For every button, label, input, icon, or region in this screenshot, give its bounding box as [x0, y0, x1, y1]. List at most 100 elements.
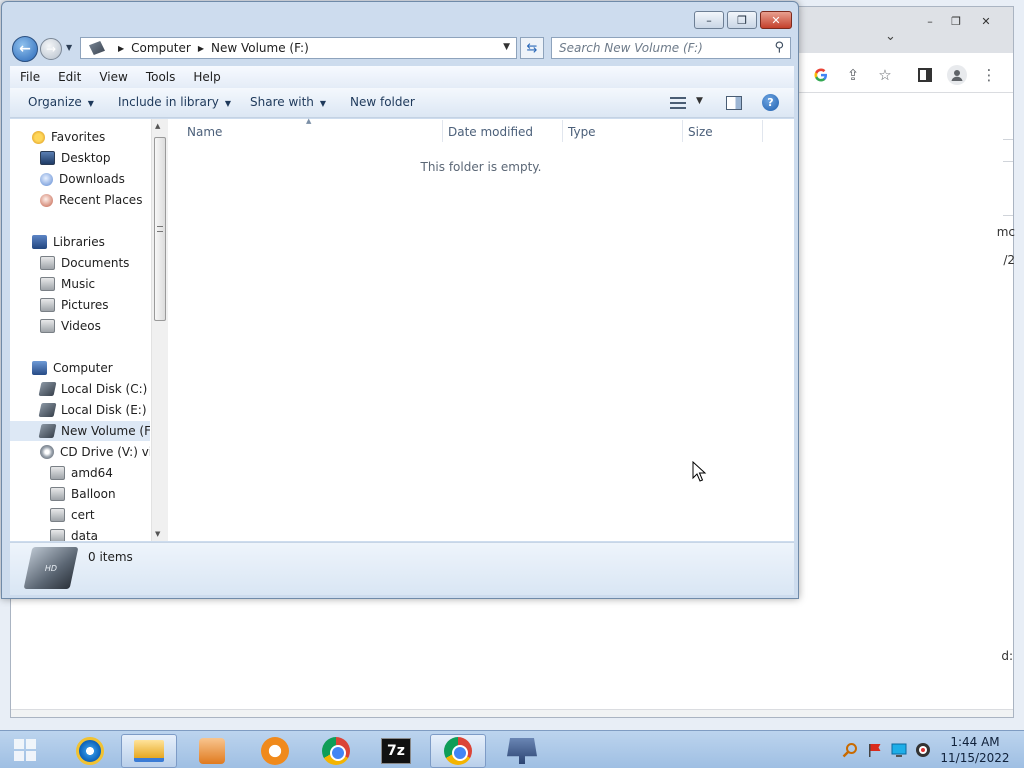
address-dropdown-icon[interactable]: ▼ [503, 42, 510, 52]
browser-menu-icon[interactable]: ⋮ [979, 65, 999, 85]
nav-music[interactable]: Music [40, 274, 95, 294]
column-header-name[interactable]: Name [187, 125, 222, 139]
breadcrumb-new-volume[interactable]: New Volume (F:) [211, 41, 309, 55]
scroll-down-icon[interactable]: ▼ [155, 530, 160, 538]
breadcrumb-separator-icon[interactable]: ▶ [118, 44, 124, 53]
include-in-library-button[interactable]: Include in library ▼ [118, 95, 231, 109]
favorites-star-icon [32, 130, 45, 144]
menu-file[interactable]: File [10, 70, 48, 84]
nav-folder-data[interactable]: data [50, 526, 98, 541]
browser-minimize-button[interactable]: – [917, 13, 943, 30]
menu-edit[interactable]: Edit [48, 70, 89, 84]
preview-pane-icon[interactable] [726, 96, 742, 110]
libraries-icon [32, 235, 47, 249]
clock-date: 11/15/2022 [940, 751, 1010, 765]
tray-flag-icon[interactable] [867, 742, 883, 758]
share-icon[interactable]: ⇪ [843, 65, 863, 85]
navigation-bar: ← → ▼ ▶ Computer ▶ New Volume (F:) ▼ ⇆ S… [10, 36, 794, 62]
navigation-scrollbar[interactable]: ▲ ▼ [151, 119, 168, 541]
search-icon[interactable]: ⚲ [774, 40, 784, 55]
forward-button[interactable]: → [40, 38, 62, 60]
taskbar: 7z 1:44 AM 11/15/2022 [0, 730, 1024, 768]
taskbar-network[interactable] [494, 734, 550, 768]
taskbar-uc-browser[interactable] [247, 734, 303, 768]
scroll-up-icon[interactable]: ▲ [155, 122, 160, 130]
google-icon[interactable] [811, 65, 831, 85]
share-caret-icon: ▼ [319, 99, 327, 108]
nav-downloads[interactable]: Downloads [40, 169, 125, 189]
column-header-size[interactable]: Size [688, 125, 713, 139]
nav-desktop[interactable]: Desktop [40, 148, 111, 168]
nav-documents[interactable]: Documents [40, 253, 129, 273]
column-header-type[interactable]: Type [568, 125, 596, 139]
column-divider[interactable] [682, 120, 683, 142]
nav-libraries[interactable]: Libraries [32, 232, 105, 252]
recent-places-icon [40, 193, 53, 207]
address-bar[interactable]: ▶ Computer ▶ New Volume (F:) ▼ [80, 37, 517, 59]
close-button[interactable]: ✕ [760, 11, 792, 29]
sort-ascending-icon: ▲ [306, 117, 312, 125]
side-panel-icon[interactable] [915, 65, 935, 85]
column-divider[interactable] [762, 120, 763, 142]
maximize-button[interactable]: ❐ [727, 11, 757, 29]
start-button[interactable] [14, 739, 38, 763]
column-header-date-modified[interactable]: Date modified [448, 125, 533, 139]
share-with-button[interactable]: Share with ▼ [250, 95, 326, 109]
nav-computer[interactable]: Computer [32, 358, 113, 378]
nav-pictures[interactable]: Pictures [40, 295, 109, 315]
partial-page-text: mc [996, 225, 1015, 239]
system-clock[interactable]: 1:44 AM 11/15/2022 [940, 734, 1010, 766]
scrollbar-thumb[interactable] [154, 137, 166, 321]
search-input[interactable]: Search New Volume (F:) ⚲ [551, 37, 791, 59]
nav-folder-amd64[interactable]: amd64 [50, 463, 113, 483]
browser-close-button[interactable]: ✕ [973, 13, 999, 30]
drive-icon [89, 41, 105, 55]
nav-local-disk-c[interactable]: Local Disk (C:) [38, 379, 147, 399]
nav-new-volume-f[interactable]: New Volume (F:) [10, 421, 150, 441]
view-options-caret-icon[interactable]: ▼ [696, 96, 703, 106]
tray-display-icon[interactable] [891, 742, 907, 758]
recent-pages-dropdown-icon[interactable]: ▼ [66, 43, 72, 52]
help-icon[interactable]: ? [762, 94, 779, 111]
nav-cd-drive-v[interactable]: CD Drive (V:) virti [40, 442, 150, 462]
clock-time: 1:44 AM [950, 735, 1000, 749]
new-folder-button[interactable]: New folder [350, 95, 415, 109]
folder-icon [50, 508, 65, 522]
organize-button[interactable]: Organize ▼ [28, 95, 94, 109]
profile-avatar-icon[interactable] [947, 65, 967, 85]
breadcrumb-separator-icon[interactable]: ▶ [198, 44, 204, 53]
taskbar-7-zip[interactable]: 7z [368, 734, 424, 768]
nav-videos[interactable]: Videos [40, 316, 101, 336]
nav-local-disk-e[interactable]: Local Disk (E:) [38, 400, 147, 420]
nav-favorites[interactable]: Favorites [32, 127, 105, 147]
tray-search-icon[interactable] [842, 742, 858, 758]
nav-folder-cert[interactable]: cert [50, 505, 95, 525]
explorer-window: – ❐ ✕ ← → ▼ ▶ Computer ▶ New Volume (F:)… [1, 1, 799, 599]
back-button[interactable]: ← [12, 36, 38, 62]
bookmark-star-icon[interactable]: ☆ [875, 65, 895, 85]
empty-folder-message: This folder is empty. [420, 160, 542, 174]
explorer-title-bar[interactable]: – ❐ ✕ [2, 2, 798, 34]
column-divider[interactable] [562, 120, 563, 142]
column-divider[interactable] [442, 120, 443, 142]
menu-tools[interactable]: Tools [136, 70, 184, 84]
minimize-button[interactable]: – [694, 11, 724, 29]
taskbar-chrome[interactable] [308, 734, 364, 768]
refresh-button[interactable]: ⇆ [520, 37, 544, 59]
breadcrumb-computer[interactable]: Computer [131, 41, 191, 55]
taskbar-chrome-active[interactable] [430, 734, 486, 768]
menu-help[interactable]: Help [183, 70, 228, 84]
search-placeholder: Search New Volume (F:) [559, 41, 703, 55]
nav-recent-places[interactable]: Recent Places [40, 190, 142, 210]
taskbar-internet-explorer[interactable] [62, 734, 118, 768]
nav-folder-balloon[interactable]: Balloon [50, 484, 116, 504]
taskbar-media-player[interactable] [184, 734, 240, 768]
change-view-icon[interactable] [670, 97, 686, 109]
tab-search-chevron-icon[interactable]: ⌄ [885, 29, 896, 44]
browser-maximize-button[interactable]: ❐ [943, 13, 969, 30]
menu-view[interactable]: View [89, 70, 135, 84]
taskbar-windows-explorer[interactable] [121, 734, 177, 768]
tray-volume-icon[interactable] [915, 742, 931, 758]
drive-icon [38, 424, 57, 438]
details-pane: HD 0 items [10, 542, 794, 595]
